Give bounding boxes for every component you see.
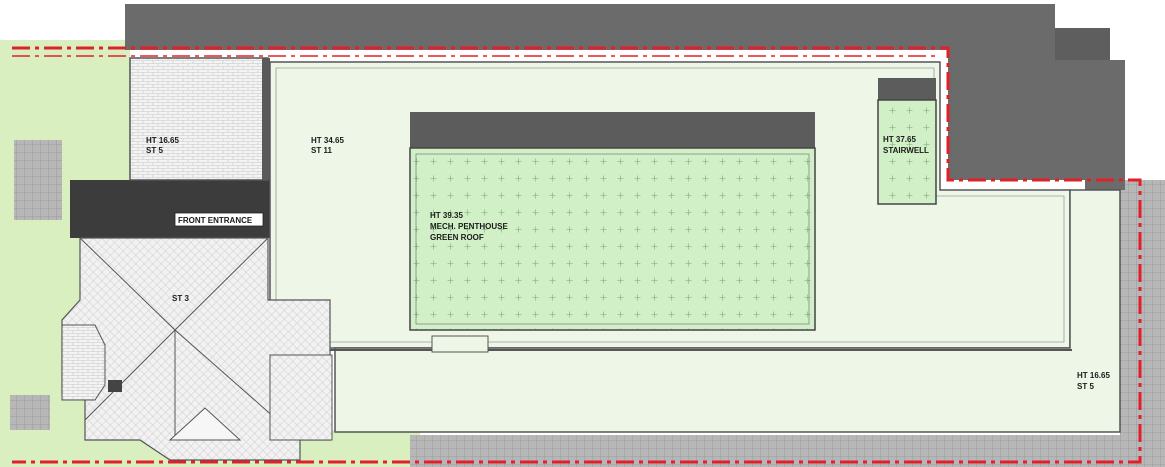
label-penthouse-roof: GREEN ROOF (430, 233, 484, 242)
podium-notch (431, 335, 489, 353)
label-st11-ht: HT 34.65 (311, 136, 344, 145)
house-st3-porch (269, 354, 333, 441)
label-st3: ST 3 (172, 294, 189, 303)
label-stairwell-ht: HT 37.65 (883, 135, 916, 144)
label-stairwell-name: STAIRWELL (883, 146, 929, 155)
site-roof-plan: HT 16.65 ST 5 HT 34.65 ST 11 HT 37.65 ST… (0, 4, 1165, 467)
label-front-entrance: FRONT ENTRANCE (178, 216, 253, 225)
label-st11-st: ST 11 (311, 146, 332, 155)
building-st5-left (129, 57, 269, 181)
penthouse-shadow (410, 112, 815, 148)
stairwell-shadow (878, 78, 936, 100)
label-st5-left-st: ST 5 (146, 146, 163, 155)
house-st3-chimney (108, 380, 122, 392)
label-st5-right-ht: HT 16.65 (1077, 371, 1110, 380)
entrance-canopy (70, 180, 270, 238)
label-st5-right-st: ST 5 (1077, 382, 1094, 391)
building-st5-left-edge (262, 58, 270, 180)
label-penthouse-ht: HT 39.35 (430, 211, 463, 220)
neighbor-roof-notch (1055, 28, 1110, 60)
walkway-left (14, 140, 62, 220)
side-sidewalk (1120, 180, 1165, 467)
label-penthouse-name: MECH. PENTHOUSE (430, 222, 508, 231)
label-st5-left-ht: HT 16.65 (146, 136, 179, 145)
walkway-left-lower (10, 395, 50, 430)
house-st3-bay (61, 324, 106, 401)
